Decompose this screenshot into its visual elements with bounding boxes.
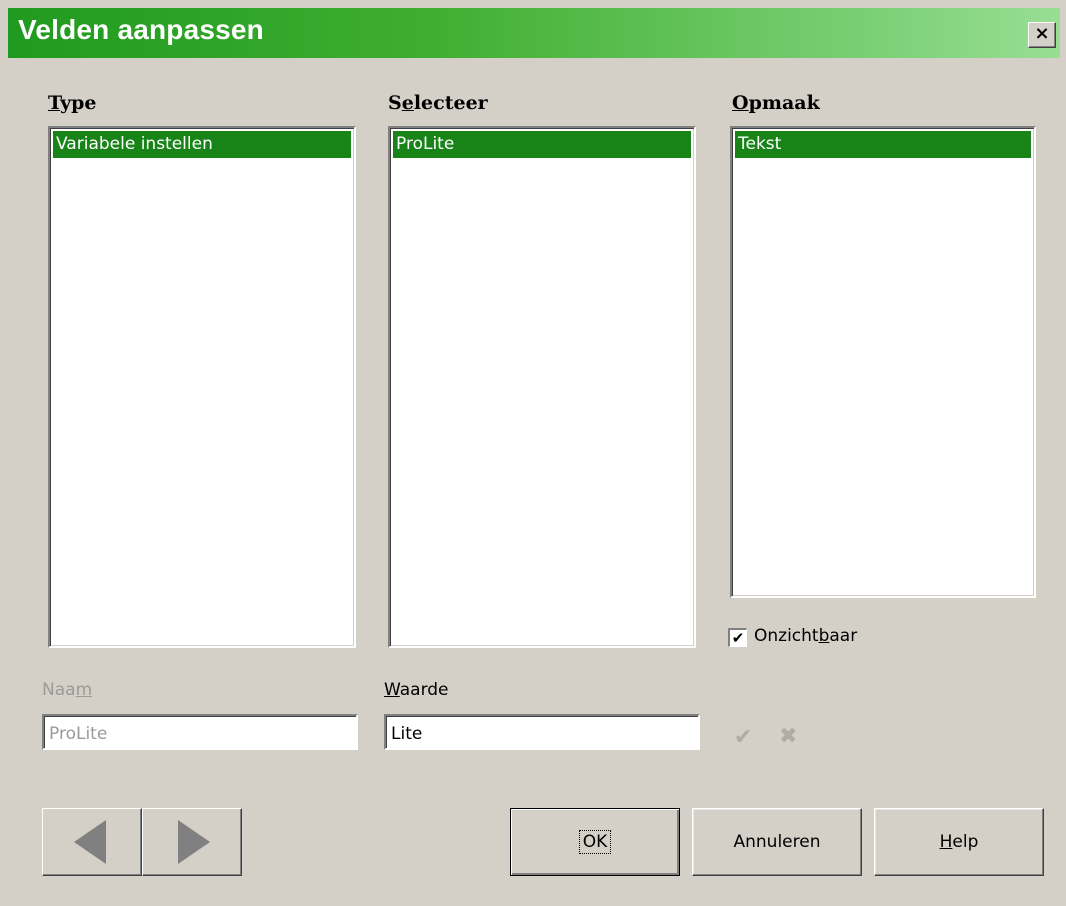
- list-item[interactable]: ProLite: [393, 131, 691, 158]
- title-bar[interactable]: Velden aanpassen ×: [8, 8, 1060, 58]
- type-label: Type: [48, 92, 97, 114]
- arrow-right-icon: [178, 820, 210, 864]
- select-listbox[interactable]: ProLite: [388, 126, 696, 648]
- help-button[interactable]: Help: [874, 808, 1044, 876]
- next-button[interactable]: [142, 808, 242, 876]
- previous-button[interactable]: [42, 808, 142, 876]
- dialog-title: Velden aanpassen: [18, 14, 264, 45]
- value-label: Waarde: [384, 680, 449, 700]
- check-icon[interactable]: ✔: [734, 725, 752, 750]
- edit-fields-dialog: Velden aanpassen × Type Selecteer Opmaak…: [0, 0, 1066, 906]
- ok-button[interactable]: OK: [510, 808, 680, 876]
- ok-button-label: OK: [578, 830, 612, 854]
- list-item[interactable]: Variabele instellen: [53, 131, 351, 158]
- list-item[interactable]: Tekst: [735, 131, 1031, 158]
- invisible-checkbox-label: Onzichtbaar: [754, 626, 858, 646]
- type-listbox[interactable]: Variabele instellen: [48, 126, 356, 648]
- name-field[interactable]: ProLite: [42, 714, 358, 750]
- select-label: Selecteer: [388, 92, 488, 114]
- close-icon: ×: [1034, 23, 1050, 44]
- format-label: Opmaak: [732, 92, 820, 114]
- name-label: Naam: [42, 680, 93, 700]
- arrow-left-icon: [74, 820, 106, 864]
- cancel-button[interactable]: Annuleren: [692, 808, 862, 876]
- value-field[interactable]: Lite: [384, 714, 700, 750]
- delete-icon[interactable]: ✖: [779, 724, 797, 749]
- help-button-label: Help: [939, 832, 979, 852]
- close-button[interactable]: ×: [1028, 22, 1056, 48]
- format-listbox[interactable]: Tekst: [730, 126, 1036, 598]
- cancel-button-label: Annuleren: [733, 832, 821, 852]
- invisible-checkbox[interactable]: ✔: [728, 628, 747, 647]
